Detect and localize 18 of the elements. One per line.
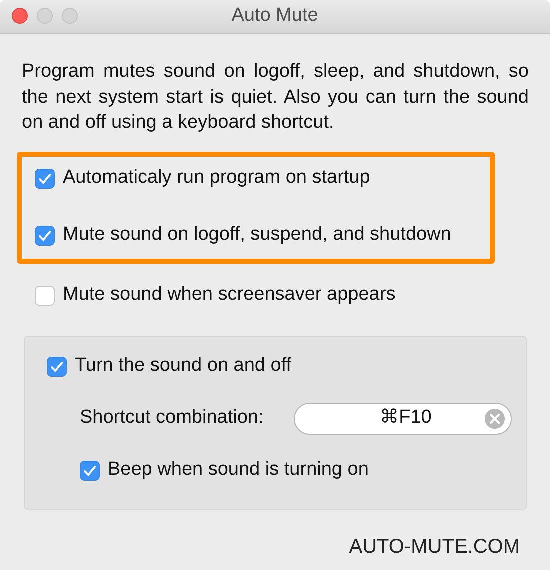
shortcut-field[interactable]: ⌘F10: [294, 402, 512, 434]
window-title: Auto Mute: [232, 4, 318, 28]
shortcut-value: ⌘F10: [379, 406, 433, 430]
checkbox[interactable]: [47, 356, 67, 376]
checkbox[interactable]: [35, 286, 55, 306]
checkbox[interactable]: [35, 226, 55, 246]
option-label: Beep when sound is turning on: [108, 458, 369, 482]
option-label: Mute sound when screensaver appears: [63, 283, 396, 308]
option-label: Turn the sound on and off: [75, 354, 292, 378]
checkbox[interactable]: [35, 168, 55, 188]
clear-icon[interactable]: [485, 408, 505, 428]
close-button[interactable]: [12, 8, 28, 24]
checkbox[interactable]: [80, 460, 100, 480]
footer-link[interactable]: AUTO-MUTE.COM: [349, 532, 520, 562]
description-text: Program mutes sound on logoff, sleep, and shutdown, so the next system start is quiet. Also you can turn the sound on and off using a keyboard shortcut.: [22, 60, 529, 135]
option-label: Mute sound on logoff, suspend, and shutdown: [63, 223, 452, 248]
shortcut-label: Shortcut combination:: [80, 406, 265, 430]
option-label: Automaticaly run program on startup: [63, 166, 370, 190]
